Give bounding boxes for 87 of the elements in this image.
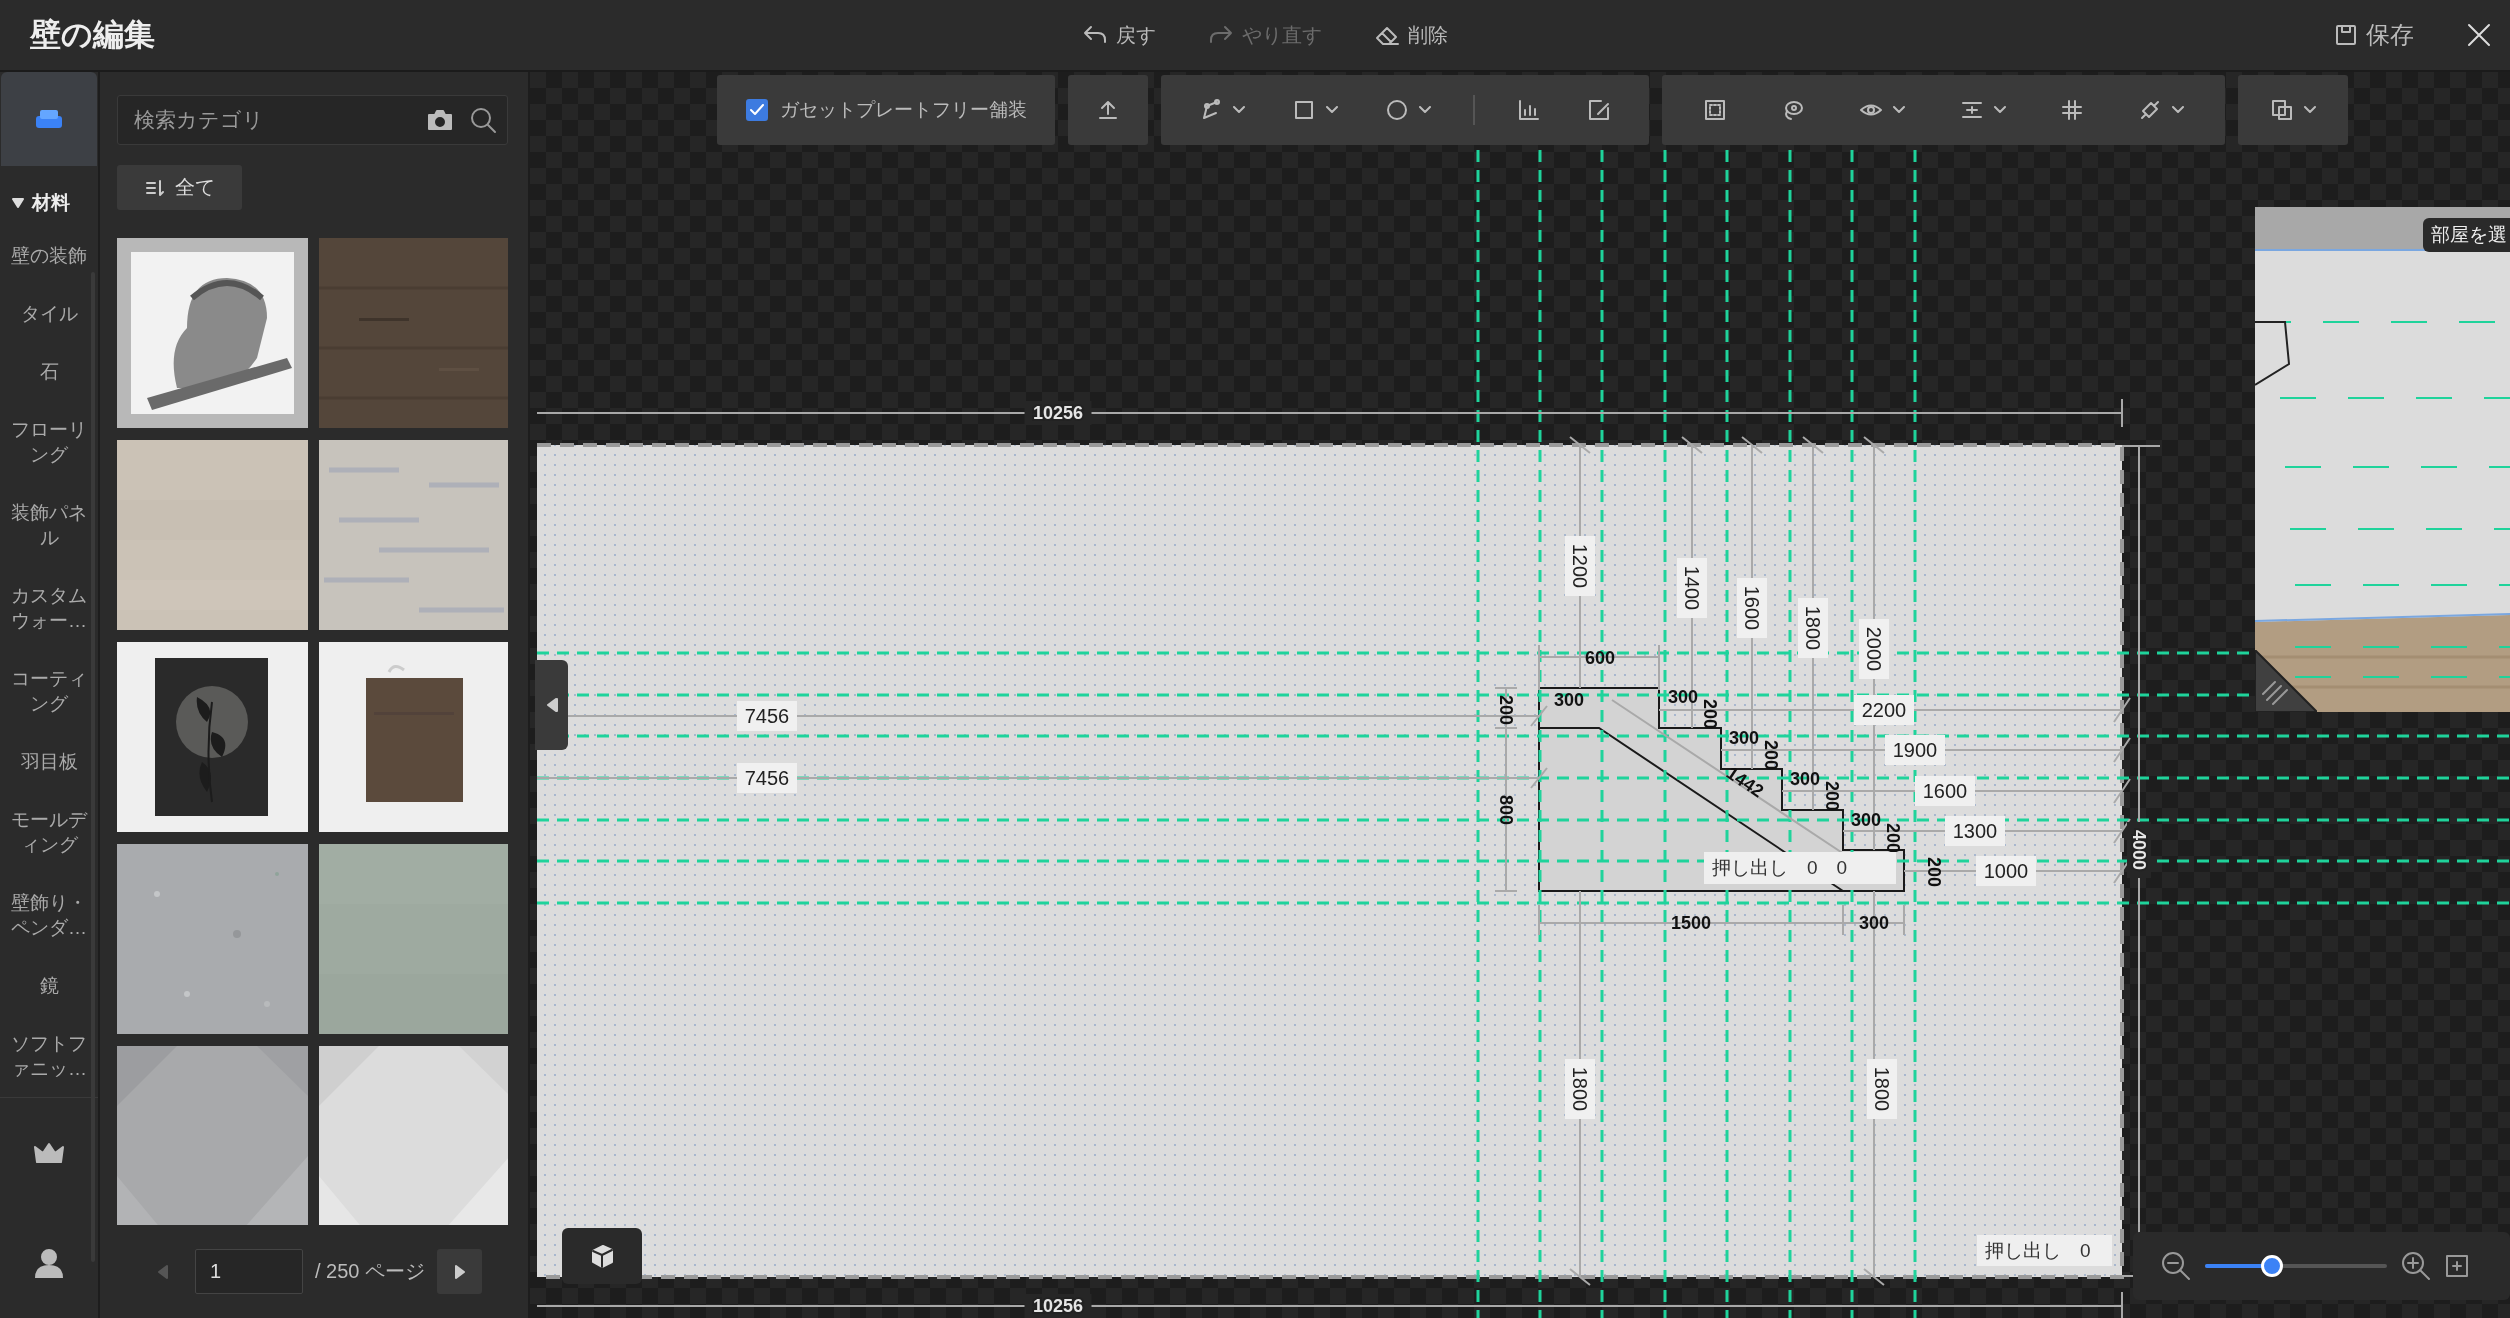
category-item[interactable]: 壁飾り・ペンダ… [10,874,88,957]
dimension-label: 7456 [737,701,797,731]
page-total: / 250 ページ [314,1259,425,1284]
dimension-label: 1600 [1915,776,1975,806]
dimension-label: 10256 [1024,1294,1092,1318]
category-item[interactable]: モールディング [10,791,88,874]
category-item[interactable]: 鏡 [10,957,88,1015]
circle-icon [1385,98,1410,122]
dimension-label: 1300 [1945,816,2005,846]
zoom-slider[interactable] [2205,1255,2387,1277]
upload-icon [1096,98,1120,122]
dimension-label: 1400 [1677,558,1707,618]
dimension-label: 7456 [737,763,797,793]
user-icon [35,1248,63,1278]
search-input[interactable]: 検索カテゴリ [132,107,411,133]
dimension-label: 10256 [1024,401,1092,425]
fit-icon [2445,1254,2469,1278]
extrusion-field[interactable]: 押し出し 0 0 [1704,852,1896,884]
dimension-label: 300 [1790,769,1820,789]
category-item[interactable]: 装飾パネル [10,484,88,567]
dimension-label: 600 [1585,648,1615,668]
dimension-label: 1800 [1565,1059,1595,1119]
category-item[interactable]: 羽目板 [10,733,88,791]
category-item[interactable]: フローリング [10,401,88,484]
category-item[interactable]: 石 [10,343,88,401]
collapse-handle[interactable] [535,660,568,750]
dimension-label: 200 [1496,695,1516,725]
tooltip: 部屋を選 [2423,218,2510,252]
dimension-label: 1600 [1737,578,1767,638]
collapse-icon [545,698,558,712]
right-arrow-icon [454,1264,465,1279]
search-icon [469,106,497,134]
dimension-label: 1900 [1885,735,1945,765]
delete-button[interactable]: 削除 [1370,15,1452,55]
category-heading[interactable]: 材料 [32,190,70,215]
category-item[interactable]: 壁の装飾 [10,227,88,285]
category-item[interactable]: カスタムウォー… [10,567,88,650]
extrusion-field[interactable]: 押し出し 0 [1977,1235,2112,1266]
layers-icon [2270,98,2294,122]
category-item[interactable]: タイル [10,285,88,343]
dimension-label: 1500 [1671,913,1711,933]
zoom-in-icon [2401,1251,2431,1281]
edit-icon [1587,98,1612,122]
dimension-label: 200 [1883,823,1903,853]
dimension-label: 2200 [1854,695,1914,725]
dimension-label: 300 [1859,913,1889,933]
zoom-out-icon [2161,1251,2191,1281]
dimension-label: 1800 [1798,598,1828,658]
crown-icon [34,1141,64,1165]
left-arrow-icon [157,1264,168,1279]
dimension-label: 300 [1729,728,1759,748]
frame-icon [1703,98,1728,122]
floppy-icon [2334,23,2358,47]
dimension-label: 1800 [1867,1059,1897,1119]
category-item[interactable]: ソフトファニッ… [10,1015,88,1097]
material-tab[interactable] [1,72,97,166]
dimension-label: 2000 [1859,619,1889,679]
dimension-label: 300 [1554,690,1584,710]
dimension-label: 1000 [1976,856,2036,886]
sort-icon [144,178,165,197]
dimension-label: 200 [1924,857,1944,887]
resize-handle[interactable] [2255,650,2317,712]
zoom-in-button[interactable] [2401,1251,2431,1281]
dimension-label: 4000 [2127,822,2151,878]
camera-icon [427,109,453,131]
fit-view-button[interactable] [2445,1254,2469,1278]
dimension-label: 300 [1668,687,1698,707]
check-icon [749,104,764,116]
close-icon [2466,22,2492,48]
window-title: 壁の編集 [30,16,155,54]
dimension-label: 800 [1496,795,1516,825]
category-item[interactable]: コーティング [10,650,88,733]
page-field[interactable]: 1 [194,1249,303,1294]
cube-icon [589,1243,615,1269]
undo-button[interactable]: 戻す [1078,15,1160,55]
dimension-label: 200 [1700,699,1720,729]
grid-icon [2059,98,2084,122]
search-bar[interactable]: 検索カテゴリ [117,95,508,145]
view-3d-button[interactable] [562,1228,642,1284]
filter-button[interactable]: 全て [117,165,242,210]
dimension-label: 200 [1822,781,1842,811]
dimension-label: 1200 [1565,536,1595,596]
zoom-out-button[interactable] [2161,1251,2191,1281]
dimension-label: 200 [1761,740,1781,770]
square-icon [1292,98,1316,122]
save-button[interactable]: 保存 [2330,13,2418,57]
next-page-button[interactable] [437,1249,482,1294]
